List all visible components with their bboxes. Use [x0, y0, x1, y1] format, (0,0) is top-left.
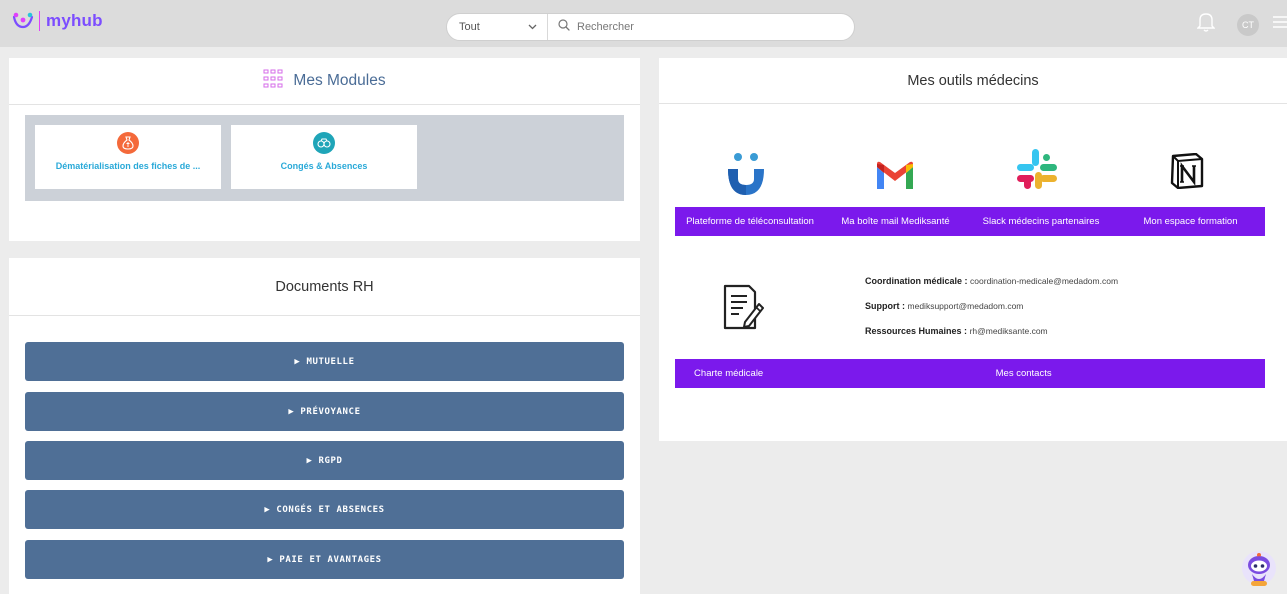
tools-title: Mes outils médecins — [907, 72, 1039, 89]
teleconsultation-logo-icon[interactable] — [724, 151, 772, 204]
document-pen-icon[interactable] — [723, 284, 765, 335]
gmail-icon[interactable] — [875, 161, 915, 196]
contact-value[interactable]: rh@mediksante.com — [970, 326, 1048, 336]
binoculars-icon — [313, 132, 335, 154]
documents-title: Documents RH — [275, 278, 374, 295]
contact-label: Coordination médicale : — [865, 276, 968, 286]
search-field — [548, 18, 854, 36]
tool-link-teleconsultation[interactable]: Plateforme de téléconsultation — [675, 216, 825, 227]
module-card-dematerialisation[interactable]: Dématérialisation des fiches de ... — [35, 125, 221, 189]
contact-value[interactable]: mediksupport@medadom.com — [908, 301, 1024, 311]
chatbot-assistant-icon[interactable] — [1241, 550, 1277, 594]
documents-panel: Documents RH ▶ MUTUELLE ▶ PRÉVOYANCE ▶ R… — [9, 258, 640, 594]
contact-label: Support : — [865, 301, 905, 311]
modules-panel: Mes Modules Dématérialisation des fiches… — [9, 58, 640, 241]
contact-label: Ressources Humaines : — [865, 326, 968, 336]
module-label: Congés & Absences — [280, 161, 368, 171]
contact-item: Ressources Humaines : rh@mediksante.com — [865, 326, 1118, 336]
hamburger-menu-icon[interactable] — [1273, 14, 1287, 35]
tools-header: Mes outils médecins — [659, 58, 1287, 104]
charte-contacts-bar: Charte médicale Mes contacts — [675, 359, 1265, 388]
grid-icon — [263, 69, 293, 94]
contact-value[interactable]: coordination-medicale@medadom.com — [970, 276, 1118, 286]
chevron-down-icon — [528, 21, 537, 33]
doc-button-rgpd[interactable]: ▶ RGPD — [25, 441, 624, 480]
doc-button-mutuelle[interactable]: ▶ MUTUELLE — [25, 342, 624, 381]
search-scope-value: Tout — [459, 21, 480, 33]
search-scope-select[interactable]: Tout — [447, 14, 548, 40]
logo-separator — [39, 11, 40, 31]
search-bar: Tout — [446, 13, 855, 41]
tool-link-mail[interactable]: Ma boîte mail Mediksanté — [825, 216, 966, 227]
tools-links-bar: Plateforme de téléconsultation Ma boîte … — [675, 207, 1265, 236]
tool-link-slack[interactable]: Slack médecins partenaires — [966, 216, 1116, 227]
money-bag-icon — [117, 132, 139, 154]
contact-item: Coordination médicale : coordination-med… — [865, 276, 1118, 286]
modules-header: Mes Modules — [9, 58, 640, 105]
logo[interactable]: myhub — [12, 11, 103, 31]
mes-contacts-link[interactable]: Mes contacts — [782, 368, 1265, 379]
top-bar: myhub Tout CT — [0, 0, 1287, 47]
charte-medicale-link[interactable]: Charte médicale — [675, 368, 782, 379]
doc-button-paie[interactable]: ▶ PAIE ET AVANTAGES — [25, 540, 624, 579]
documents-header: Documents RH — [9, 258, 640, 316]
search-icon — [558, 18, 577, 36]
tools-panel: Mes outils médecins Plateforme de téléco… — [659, 58, 1287, 441]
notion-icon[interactable] — [1170, 152, 1204, 194]
doc-button-conges[interactable]: ▶ CONGÉS ET ABSENCES — [25, 490, 624, 529]
module-label: Dématérialisation des fiches de ... — [55, 161, 201, 171]
logo-text: myhub — [46, 11, 103, 30]
modules-title: Mes Modules — [293, 72, 386, 89]
myhub-logo-icon — [12, 11, 34, 31]
avatar[interactable]: CT — [1237, 13, 1259, 36]
slack-icon[interactable] — [1017, 149, 1057, 194]
top-right-actions: CT — [1196, 12, 1287, 37]
contacts-list: Coordination médicale : coordination-med… — [865, 276, 1118, 351]
contact-item: Support : mediksupport@medadom.com — [865, 301, 1118, 311]
bell-icon[interactable] — [1196, 12, 1216, 37]
module-card-conges[interactable]: Congés & Absences — [231, 125, 417, 189]
tool-link-formation[interactable]: Mon espace formation — [1116, 216, 1265, 227]
modules-grid: Dématérialisation des fiches de ... Cong… — [25, 115, 624, 201]
doc-button-prevoyance[interactable]: ▶ PRÉVOYANCE — [25, 392, 624, 431]
search-input[interactable] — [577, 21, 837, 33]
